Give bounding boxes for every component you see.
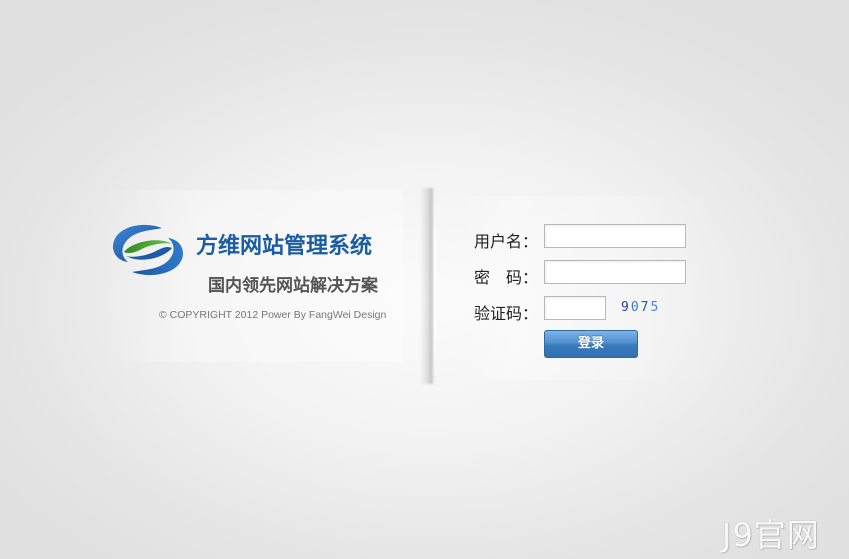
captcha-digit: 0 xyxy=(630,300,641,315)
brand-subtitle: 国内领先网站解决方案 xyxy=(208,276,378,296)
captcha-input[interactable] xyxy=(544,296,606,320)
captcha-digit: 9 xyxy=(621,300,631,315)
captcha-image[interactable]: 9075 xyxy=(621,300,660,315)
copyright-text: © COPYRIGHT 2012 Power By FangWei Design xyxy=(159,309,387,321)
captcha-digit: 7 xyxy=(640,300,651,315)
username-input[interactable] xyxy=(544,224,686,248)
username-label: 用户名： xyxy=(474,232,539,251)
password-label: 密 码： xyxy=(474,268,539,287)
login-button[interactable]: 登录 xyxy=(544,330,638,358)
watermark-text: J9官网 xyxy=(722,516,820,554)
fangwei-logo-icon xyxy=(112,224,184,276)
password-input[interactable] xyxy=(544,260,686,284)
brand-title: 方维网站管理系统 xyxy=(196,234,373,259)
captcha-label: 验证码： xyxy=(474,304,539,323)
captcha-digit: 5 xyxy=(650,300,661,315)
panel-divider xyxy=(420,188,434,384)
panel-divider-highlight xyxy=(434,190,436,380)
